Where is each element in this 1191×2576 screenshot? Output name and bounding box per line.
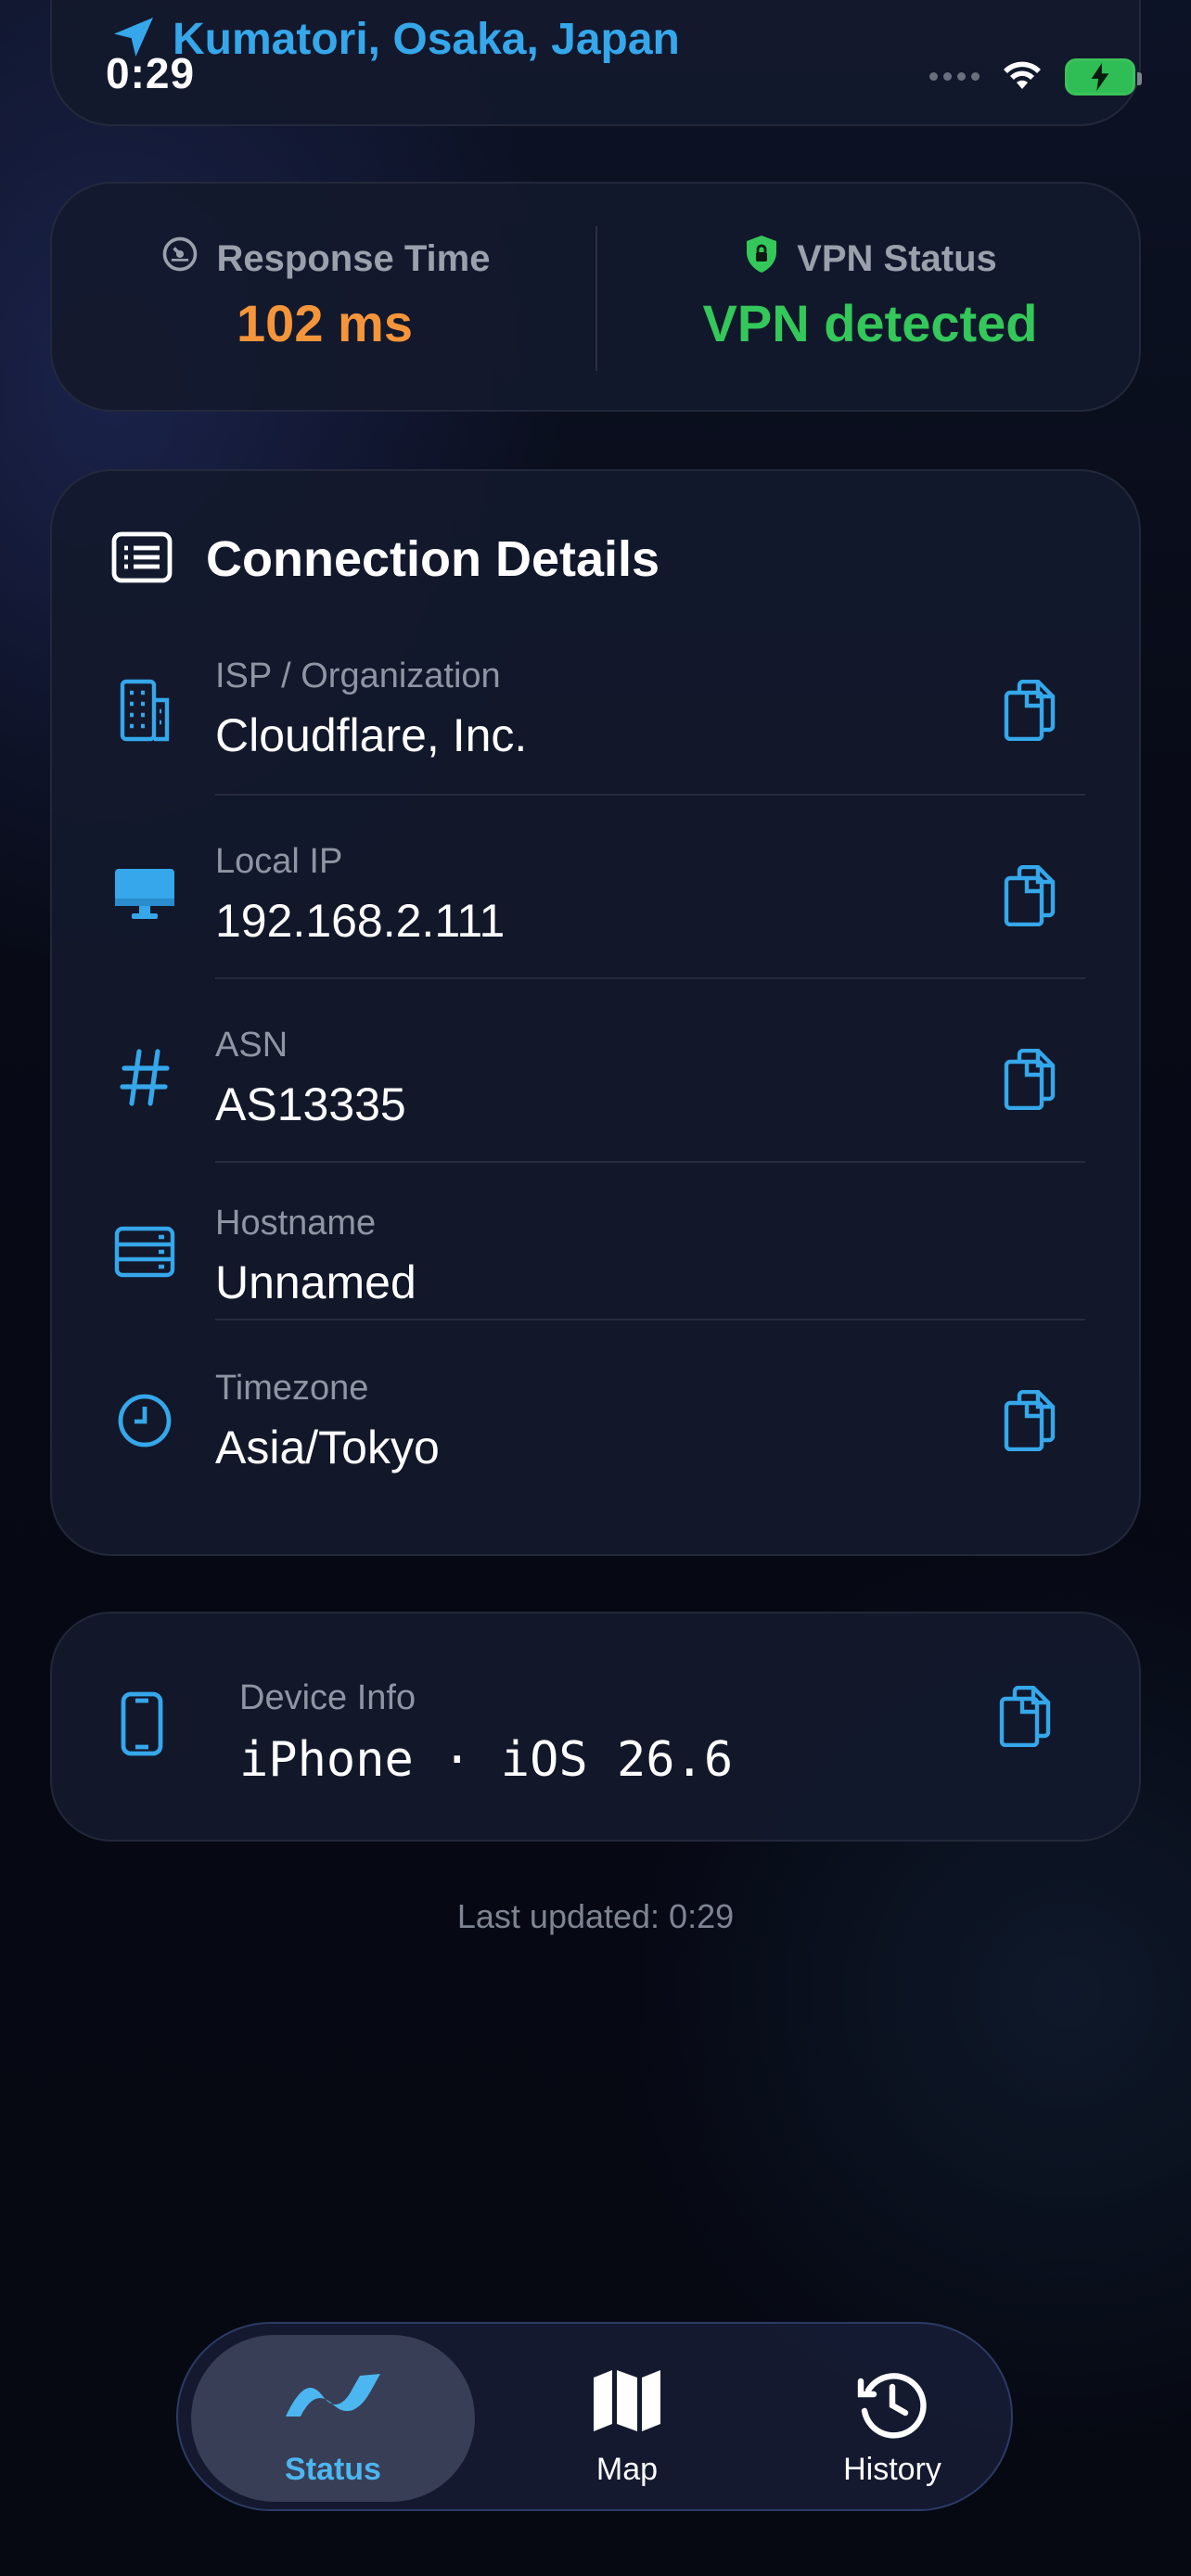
detail-row-isp: ISP / Organization Cloudflare, Inc. [52, 629, 1143, 805]
vpn-status-metric: VPN Status VPN detected [597, 184, 1143, 414]
tab-bar: Status Map History [176, 2322, 1013, 2511]
vpn-status-label-row: VPN Status [597, 234, 1143, 284]
copy-icon [1004, 1390, 1056, 1451]
isp-label: ISP / Organization [215, 657, 501, 695]
row-separator [215, 1319, 1085, 1320]
device-info-value: iPhone · iOS 26.6 [239, 1732, 734, 1788]
copy-asn-button[interactable] [994, 1044, 1065, 1115]
desktop-icon [111, 861, 178, 927]
location-text: Kumatori, Osaka, Japan [173, 15, 680, 64]
server-icon [111, 1218, 178, 1285]
waveform-icon [191, 2366, 475, 2422]
battery-icon [1065, 57, 1142, 96]
copy-isp-button[interactable] [994, 675, 1065, 746]
list-icon [111, 531, 173, 588]
copy-local-ip-button[interactable] [994, 861, 1065, 931]
device-info-label: Device Info [239, 1678, 416, 1717]
tab-status[interactable]: Status [191, 2335, 475, 2502]
tab-map[interactable]: Map [488, 2335, 766, 2502]
detail-row-asn: ASN AS13335 [52, 998, 1143, 1174]
local-ip-value: 192.168.2.111 [215, 895, 506, 947]
tab-map-label: Map [596, 2452, 659, 2487]
asn-value: AS13335 [215, 1078, 406, 1130]
row-separator [215, 977, 1085, 979]
history-icon [753, 2366, 1031, 2441]
clock-icon [111, 1387, 178, 1454]
timezone-label: Timezone [215, 1369, 369, 1408]
row-separator [215, 794, 1085, 796]
vpn-status-value: VPN detected [702, 294, 1038, 352]
copy-timezone-button[interactable] [994, 1385, 1065, 1456]
response-time-label: Response Time [216, 237, 491, 279]
tab-history-label: History [843, 2452, 941, 2487]
connection-details-card: Connection Details ISP / Organization Cl… [50, 469, 1141, 1556]
iphone-icon [121, 1691, 163, 1761]
isp-value: Cloudflare, Inc. [215, 709, 528, 761]
detail-row-local-ip: Local IP 192.168.2.111 [52, 814, 1143, 990]
copy-icon [1004, 680, 1056, 741]
vpn-status-label: VPN Status [797, 237, 997, 279]
detail-row-hostname: Hostname Unnamed [52, 1176, 1143, 1352]
hostname-value: Unnamed [215, 1256, 416, 1308]
hash-icon [111, 1044, 178, 1111]
local-ip-label: Local IP [215, 842, 343, 881]
response-time-metric: Response Time 102 ms [52, 184, 597, 414]
timezone-value: Asia/Tokyo [215, 1422, 440, 1473]
detail-row-timezone: Timezone Asia/Tokyo [52, 1346, 1143, 1523]
building-icon [111, 677, 178, 744]
copy-icon [1004, 1049, 1056, 1110]
copy-device-info-button[interactable] [998, 1685, 1052, 1752]
status-time: 0:29 [106, 49, 196, 97]
device-info-card: Device Info iPhone · iOS 26.6 [50, 1612, 1141, 1842]
hostname-label: Hostname [215, 1204, 377, 1243]
map-icon [488, 2366, 766, 2435]
metrics-card: Response Time 102 ms VPN Status VPN dete… [50, 182, 1141, 412]
wifi-icon [998, 56, 1046, 97]
asn-label: ASN [215, 1026, 288, 1065]
speedometer-icon [160, 234, 200, 284]
copy-icon [1004, 865, 1056, 926]
details-title: Connection Details [206, 531, 660, 587]
shield-lock-icon [743, 234, 780, 284]
response-time-value: 102 ms [237, 294, 413, 352]
last-updated-text: Last updated: 0:29 [456, 1897, 735, 1935]
details-header: Connection Details [111, 530, 660, 588]
copy-icon [999, 1685, 1051, 1748]
tab-history[interactable]: History [753, 2335, 1031, 2502]
row-separator [215, 1161, 1085, 1163]
status-indicators [929, 56, 1142, 97]
response-time-label-row: Response Time [52, 234, 597, 284]
cellular-signal-icon [929, 72, 980, 81]
tab-status-label: Status [285, 2452, 381, 2487]
